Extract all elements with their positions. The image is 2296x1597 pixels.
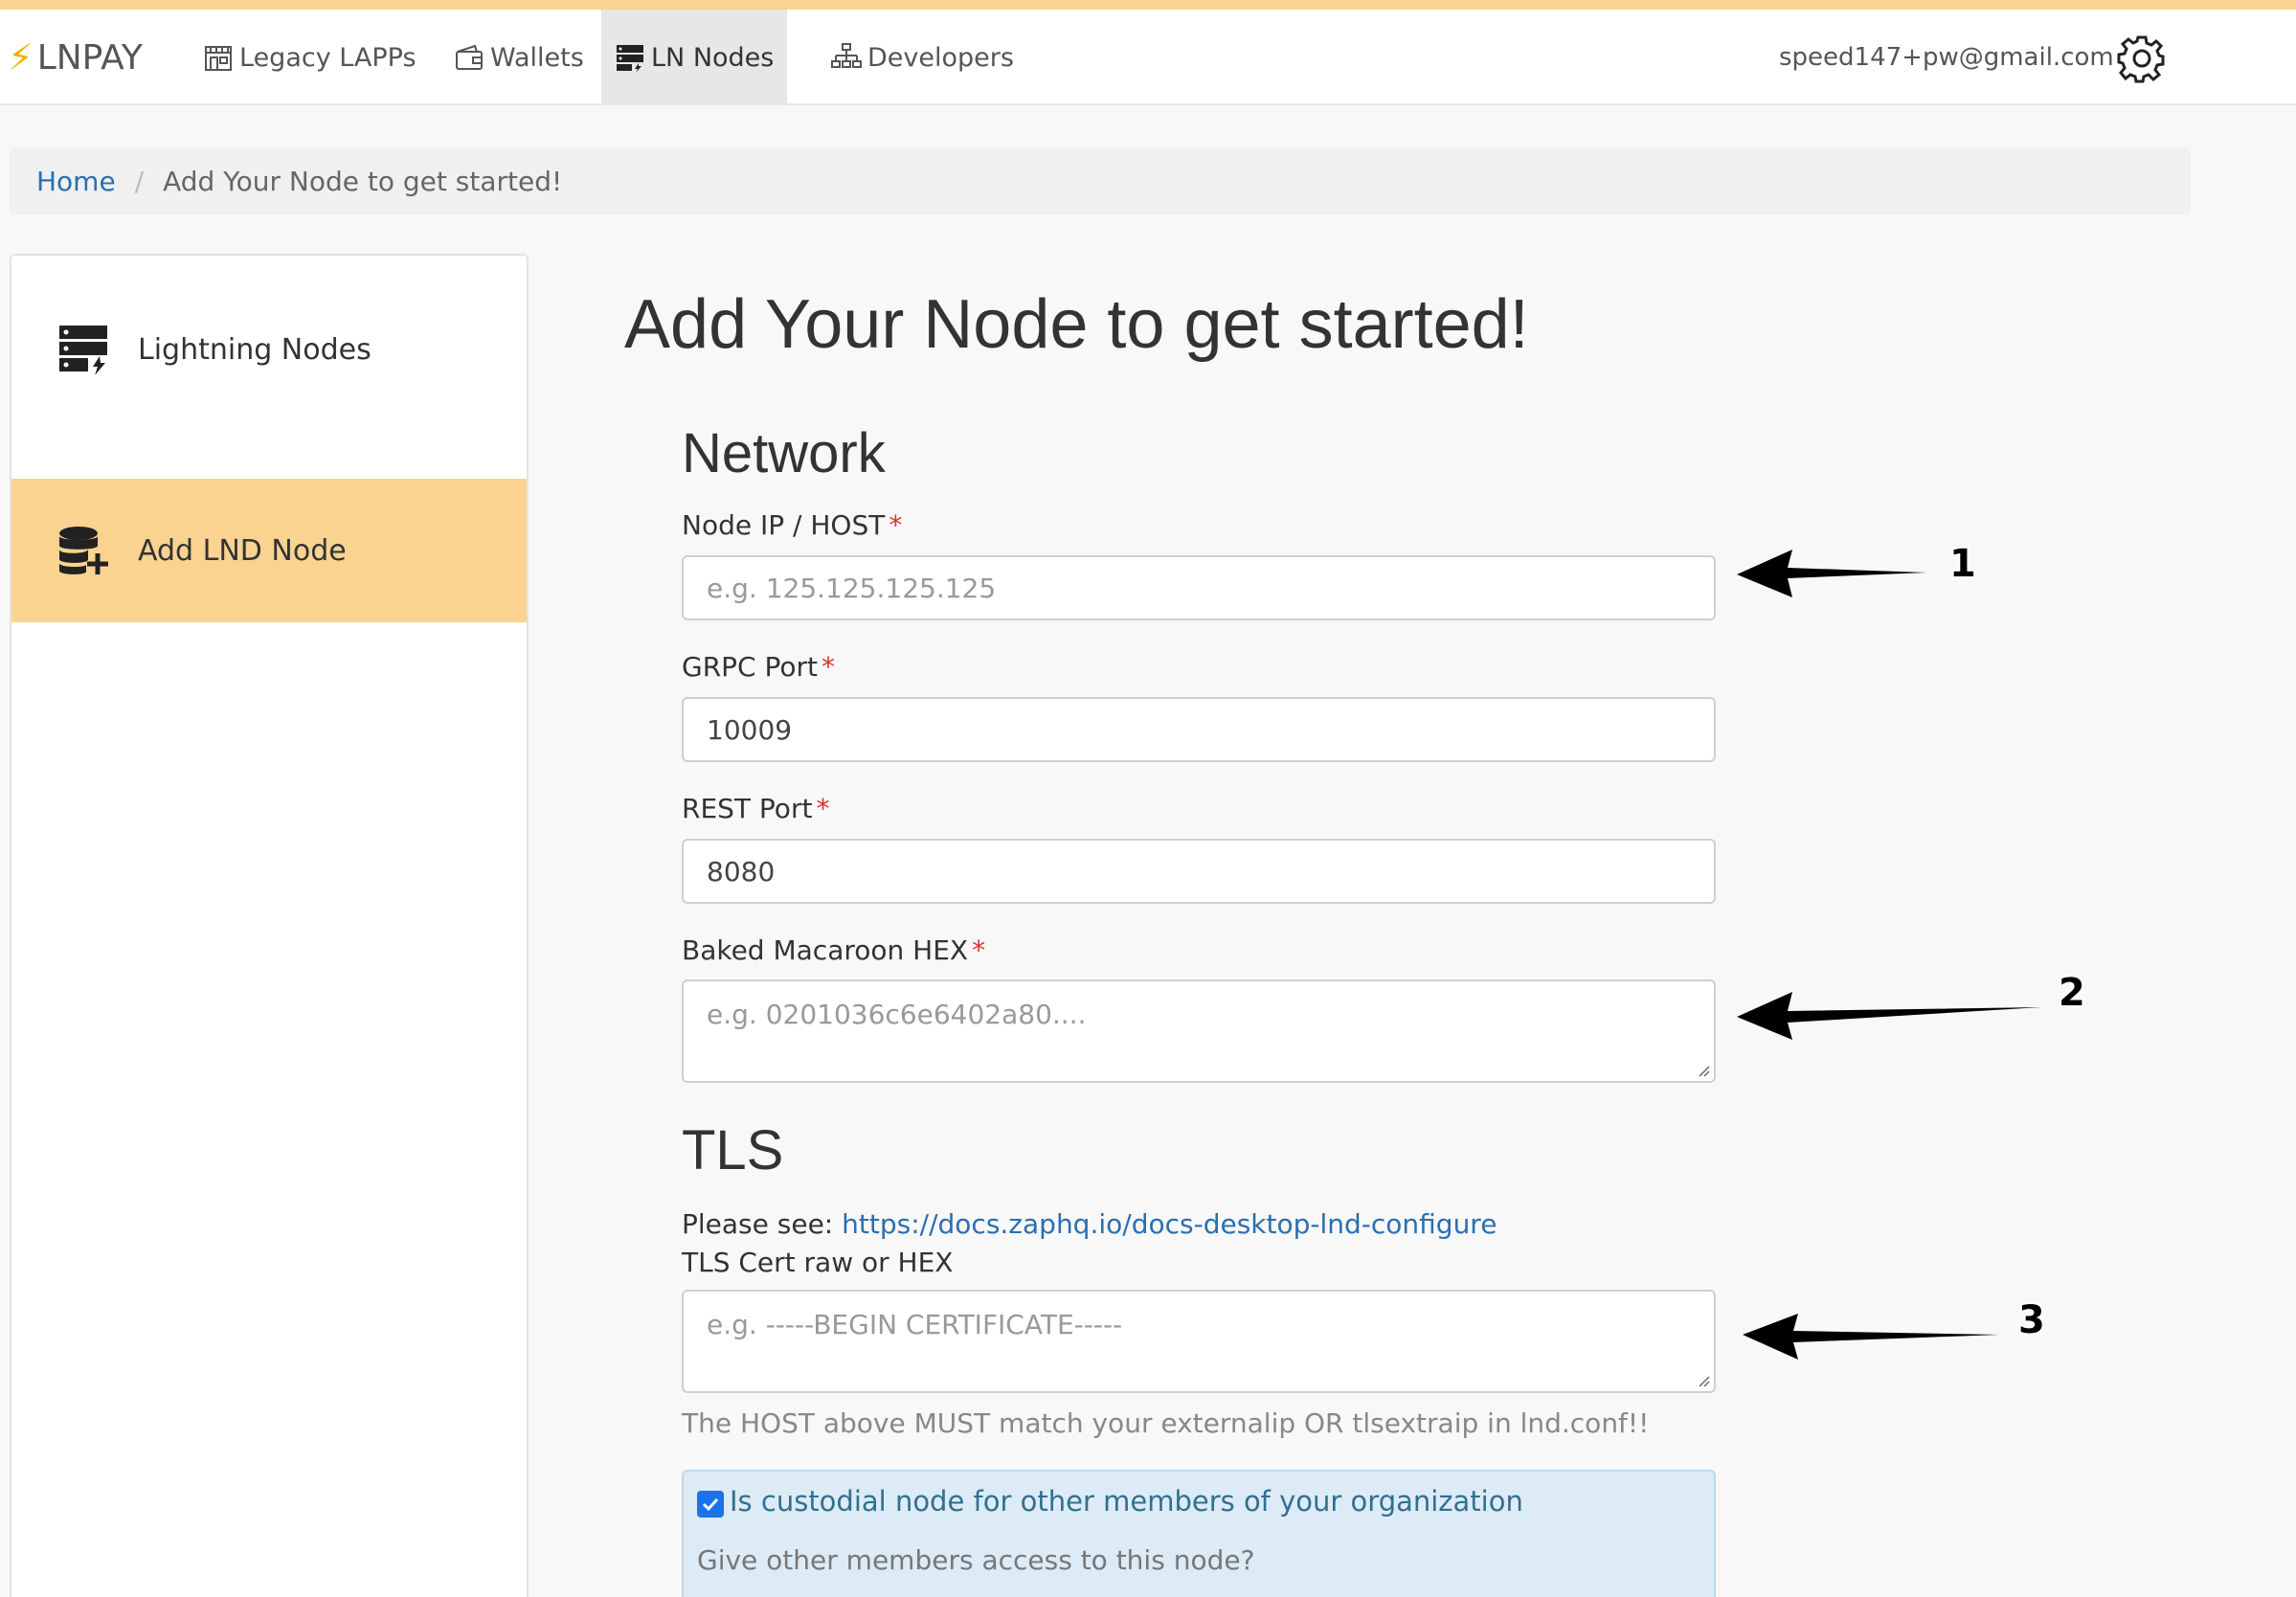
brand-name: LNPAY [36, 37, 143, 78]
docs-help-line: Please see: https://docs.zaphq.io/docs-d… [682, 1208, 1497, 1240]
page-title: Add Your Node to get started! [624, 286, 1529, 363]
macaroon-label-text: Baked Macaroon HEX [682, 934, 969, 966]
macaroon-label: Baked Macaroon HEX * [682, 934, 985, 966]
gear-icon[interactable] [2116, 33, 2168, 84]
store-icon [205, 46, 232, 71]
top-accent-bar [0, 0, 2296, 10]
navbar: ⚡ LNPAY Legacy LAPPs Wallets LN Nodes De… [0, 10, 2296, 105]
sidebar-item-label: Add LND Node [138, 533, 347, 568]
tls-host-note: The HOST above MUST match your externali… [682, 1407, 1650, 1439]
sidebar-item-lightning-nodes[interactable]: Lightning Nodes [11, 292, 527, 407]
nav-wallets-label: Wallets [490, 42, 584, 73]
network-heading: Network [682, 422, 886, 484]
macaroon-placeholder: e.g. 0201036c6e6402a80.... [707, 999, 1087, 1030]
custodial-checkbox[interactable] [697, 1491, 724, 1518]
breadcrumb-home-link[interactable]: Home [36, 166, 116, 197]
wallet-icon [456, 44, 483, 70]
rest-port-label: REST Port * [682, 793, 829, 824]
nav-ln-nodes[interactable]: LN Nodes [601, 10, 788, 105]
required-marker: * [816, 793, 830, 824]
annotation-arrow-3 [1743, 1314, 1999, 1360]
grpc-port-label: GRPC Port * [682, 651, 835, 683]
nav-ln-nodes-label: LN Nodes [651, 42, 775, 73]
nav-wallets[interactable]: Wallets [440, 10, 597, 105]
custodial-subtext: Give other members access to this node? [697, 1544, 1255, 1576]
sidebar-item-label: Lightning Nodes [138, 332, 371, 367]
custodial-label[interactable]: Is custodial node for other members of y… [730, 1485, 1523, 1518]
database-plus-icon [59, 527, 108, 574]
required-marker: * [889, 509, 903, 541]
sidebar-item-add-lnd-node[interactable]: Add LND Node [11, 479, 527, 622]
rest-port-input[interactable]: 8080 [682, 839, 1716, 904]
nav-legacy-lapps[interactable]: Legacy LAPPs [190, 10, 430, 105]
checkmark-icon [702, 1497, 719, 1512]
host-label-text: Node IP / HOST [682, 509, 886, 541]
grpc-port-input[interactable]: 10009 [682, 697, 1716, 762]
brand-logo[interactable]: ⚡ LNPAY [8, 10, 143, 105]
custodial-panel: Is custodial node for other members of y… [682, 1470, 1716, 1597]
resize-handle-icon[interactable] [1697, 1064, 1710, 1077]
docs-link[interactable]: https://docs.zaphq.io/docs-desktop-lnd-c… [842, 1208, 1497, 1240]
tls-cert-placeholder: e.g. -----BEGIN CERTIFICATE----- [707, 1309, 1123, 1340]
required-marker: * [822, 651, 835, 683]
lightning-bolt-icon: ⚡ [8, 36, 34, 79]
macaroon-textarea[interactable]: e.g. 0201036c6e6402a80.... [682, 979, 1716, 1083]
annotation-number-2: 2 [2059, 971, 2085, 1015]
please-see-text: Please see: [682, 1208, 834, 1240]
annotation-arrow-1 [1737, 550, 1926, 597]
breadcrumb-separator: / [134, 165, 145, 197]
resize-handle-icon[interactable] [1697, 1374, 1710, 1387]
tls-heading: TLS [682, 1119, 784, 1181]
annotation-arrow-2 [1737, 992, 2041, 1040]
sidebar: Lightning Nodes Add LND Node [10, 254, 529, 1597]
sitemap-icon [831, 43, 862, 68]
host-label: Node IP / HOST * [682, 509, 902, 541]
annotation-number-1: 1 [1949, 542, 1976, 586]
host-input[interactable]: e.g. 125.125.125.125 [682, 555, 1716, 620]
nav-developers-label: Developers [867, 42, 1014, 73]
rest-port-label-text: REST Port [682, 793, 813, 824]
required-marker: * [972, 934, 986, 966]
annotation-number-3: 3 [2018, 1298, 2045, 1342]
server-icon [617, 45, 643, 73]
nav-legacy-lapps-label: Legacy LAPPs [239, 42, 416, 73]
tls-cert-label: TLS Cert raw or HEX [682, 1247, 954, 1278]
user-email[interactable]: speed147+pw@gmail.com [1779, 10, 2114, 105]
breadcrumb-current: Add Your Node to get started! [163, 165, 563, 197]
breadcrumb: Home / Add Your Node to get started! [10, 147, 2191, 214]
grpc-port-label-text: GRPC Port [682, 651, 818, 683]
tls-cert-textarea[interactable]: e.g. -----BEGIN CERTIFICATE----- [682, 1290, 1716, 1393]
nav-developers[interactable]: Developers [818, 10, 1027, 105]
lightning-server-icon [59, 326, 107, 375]
